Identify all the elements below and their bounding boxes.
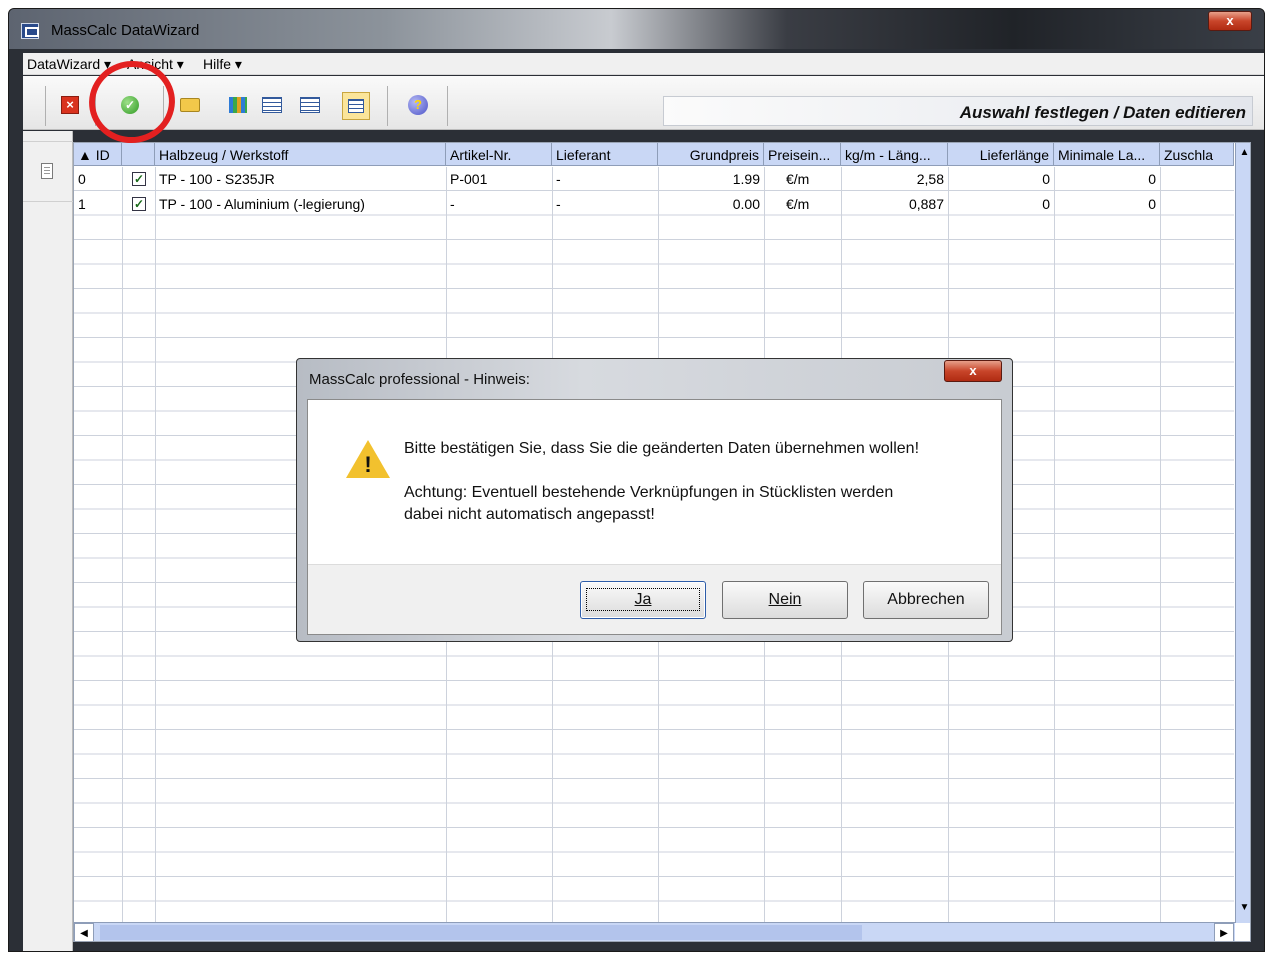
- cell-length[interactable]: 0: [948, 167, 1054, 191]
- no-button[interactable]: Nein: [722, 581, 848, 619]
- col-header-check[interactable]: [122, 143, 155, 166]
- confirm-dialog: MassCalc professional - Hinweis: x ! Bit…: [296, 358, 1013, 642]
- table-row[interactable]: 0 ✓ TP - 100 - S235JR P-001 - 1.99 €/m 2…: [74, 167, 1234, 191]
- help-button[interactable]: ?: [407, 94, 429, 116]
- row-checkbox[interactable]: ✓: [132, 172, 146, 186]
- cell-id[interactable]: 0: [74, 167, 122, 191]
- col-header-article[interactable]: Artikel-Nr.: [446, 143, 552, 166]
- yes-button[interactable]: Ja: [580, 581, 706, 619]
- cell-minlen[interactable]: 0: [1054, 192, 1160, 216]
- table-exchange-icon: [300, 97, 320, 113]
- dialog-warning-line1: Achtung: Eventuell bestehende Verknüpfun…: [404, 484, 894, 501]
- cell-length[interactable]: 0: [948, 192, 1054, 216]
- record-page-icon[interactable]: [41, 163, 53, 179]
- menu-hilfe[interactable]: Hilfe ▾: [203, 56, 242, 73]
- toolbar-separator: [45, 86, 46, 126]
- col-divider: [1160, 167, 1161, 922]
- title-bar: MassCalc DataWizard x: [9, 9, 1264, 49]
- table-import-button[interactable]: [261, 94, 283, 116]
- col-divider: [1054, 167, 1055, 922]
- grid-colors-button[interactable]: [227, 94, 249, 116]
- cell-minlen[interactable]: 0: [1054, 167, 1160, 191]
- menu-datawizard[interactable]: DataWizard ▾: [27, 56, 111, 73]
- table-view-button[interactable]: [341, 91, 371, 121]
- col-header-id[interactable]: ▲ ID: [74, 143, 122, 166]
- cell-article[interactable]: -: [446, 192, 552, 216]
- cell-material[interactable]: TP - 100 - Aluminium (-legierung): [155, 192, 446, 216]
- grid-colors-icon: [229, 97, 247, 113]
- vertical-scrollbar[interactable]: ▲ ▼: [1235, 143, 1250, 923]
- app-icon: [21, 23, 39, 39]
- divider: [23, 201, 73, 202]
- menu-bar: DataWizard ▾ Ansicht ▾ Hilfe ▾: [23, 53, 1264, 75]
- col-header-minlen[interactable]: Minimale La...: [1054, 143, 1160, 166]
- dialog-body: ! Bitte bestätigen Sie, dass Sie die geä…: [307, 399, 1002, 635]
- cancel-dialog-button[interactable]: Abbrechen: [863, 581, 989, 619]
- col-header-price-unit[interactable]: Preisein...: [764, 143, 841, 166]
- dialog-warning-line2: dabei nicht automatisch angepasst!: [404, 506, 655, 523]
- yes-label: Ja: [585, 588, 701, 611]
- scroll-right-icon[interactable]: ▶: [1214, 923, 1234, 941]
- dialog-message: Bitte bestätigen Sie, dass Sie die geänd…: [404, 440, 920, 457]
- help-icon: ?: [408, 95, 428, 115]
- col-header-supplier[interactable]: Lieferant: [552, 143, 658, 166]
- scroll-up-icon[interactable]: ▲: [1236, 143, 1250, 163]
- cell-kgm[interactable]: 2,58: [841, 167, 948, 191]
- toolbar: × ✓ ? Auswahl festlegen / Daten editiere…: [23, 76, 1264, 130]
- col-header-price[interactable]: Grundpreis: [658, 143, 764, 166]
- col-divider: [155, 167, 156, 922]
- cell-price[interactable]: 0.00: [658, 192, 764, 216]
- cancel-button[interactable]: ×: [59, 94, 81, 116]
- window-close-button[interactable]: x: [1208, 11, 1252, 31]
- cell-price[interactable]: 1.99: [658, 167, 764, 191]
- cell-id[interactable]: 1: [74, 192, 122, 216]
- window-title: MassCalc DataWizard: [51, 22, 200, 39]
- scroll-down-icon[interactable]: ▼: [1236, 898, 1250, 918]
- mode-header: Auswahl festlegen / Daten editieren: [663, 96, 1253, 126]
- cell-article[interactable]: P-001: [446, 167, 552, 191]
- horizontal-scroll-thumb[interactable]: [100, 925, 862, 940]
- open-folder-icon: [180, 98, 200, 112]
- cell-supplier[interactable]: -: [552, 167, 658, 191]
- table-view-inner-icon: [348, 99, 364, 113]
- col-header-length[interactable]: Lieferlänge: [948, 143, 1054, 166]
- open-button[interactable]: [179, 94, 201, 116]
- cell-extra[interactable]: [1160, 167, 1234, 191]
- no-label: Nein: [768, 591, 802, 608]
- divider: [23, 141, 73, 142]
- cancel-icon: ×: [61, 96, 79, 114]
- col-header-kgm[interactable]: kg/m - Läng...: [841, 143, 948, 166]
- dialog-title: MassCalc professional - Hinweis:: [309, 371, 530, 388]
- horizontal-scrollbar[interactable]: ◀ ▶: [74, 922, 1235, 941]
- col-header-material[interactable]: Halbzeug / Werkstoff: [155, 143, 446, 166]
- col-header-extra[interactable]: Zuschla: [1160, 143, 1234, 166]
- row-checkbox[interactable]: ✓: [132, 196, 146, 211]
- warning-exclamation-icon: !: [364, 452, 372, 477]
- table-row[interactable]: 1 ✓ TP - 100 - Aluminium (-legierung) - …: [74, 192, 1234, 216]
- cell-material[interactable]: TP - 100 - S235JR: [155, 167, 446, 191]
- cell-unit[interactable]: €/m: [764, 167, 841, 191]
- mode-header-text: Auswahl festlegen / Daten editieren: [959, 103, 1246, 122]
- toolbar-separator: [447, 86, 448, 126]
- cell-supplier[interactable]: -: [552, 192, 658, 216]
- dialog-footer: Ja Nein Abbrechen: [308, 564, 1001, 634]
- left-panel: [23, 131, 73, 951]
- grid-header: ▲ ID Halbzeug / Werkstoff Artikel-Nr. Li…: [74, 143, 1234, 166]
- scroll-left-icon[interactable]: ◀: [74, 923, 94, 941]
- dialog-close-button[interactable]: x: [944, 360, 1002, 382]
- toolbar-separator: [387, 86, 388, 126]
- col-divider: [122, 167, 123, 922]
- cell-unit[interactable]: €/m: [764, 192, 841, 216]
- cell-kgm[interactable]: 0,887: [841, 192, 948, 216]
- table-import-icon: [262, 97, 282, 113]
- table-exchange-button[interactable]: [299, 94, 321, 116]
- table-view-icon: [342, 92, 370, 120]
- cell-extra[interactable]: [1160, 192, 1234, 216]
